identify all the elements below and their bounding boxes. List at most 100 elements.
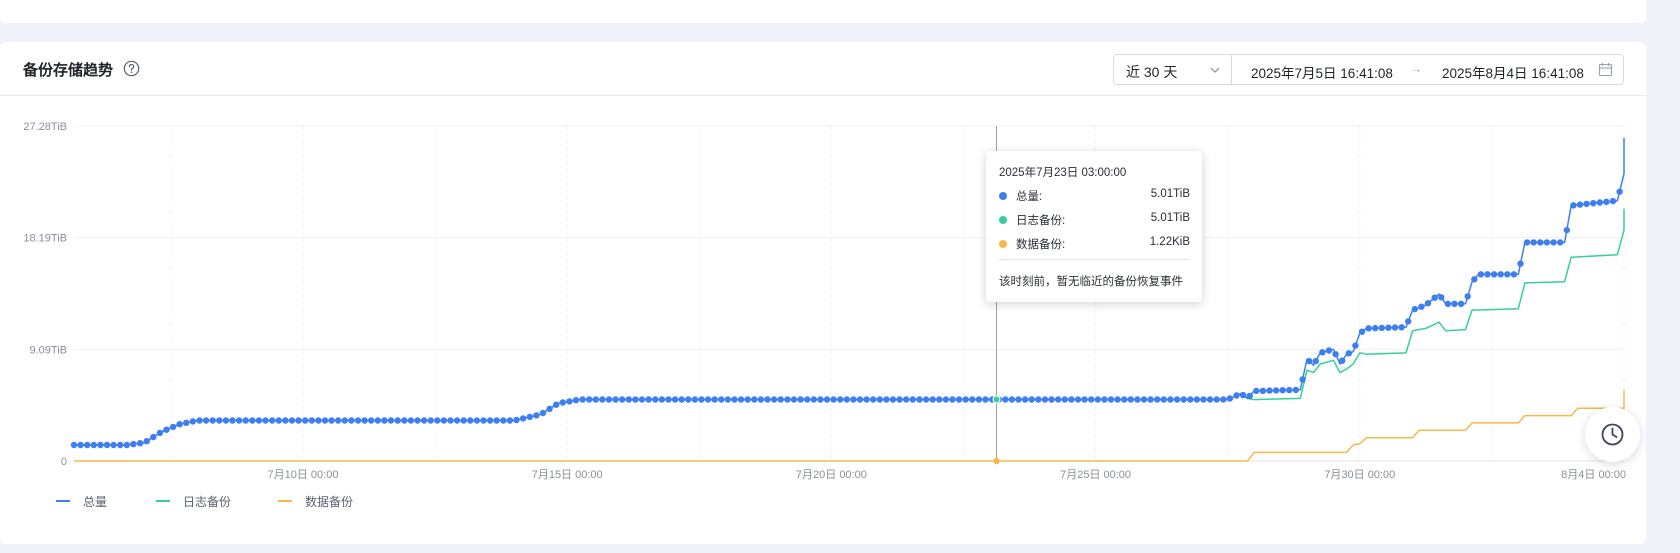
series-point-total bbox=[183, 419, 190, 426]
series-point-total bbox=[1563, 226, 1571, 234]
series-point-total bbox=[1008, 396, 1016, 403]
series-point-total bbox=[440, 417, 448, 424]
series-point-total bbox=[308, 417, 315, 424]
tooltip-value-data: 1.22KiB bbox=[1149, 236, 1190, 248]
series-point-total bbox=[156, 429, 164, 437]
series-point-total bbox=[1286, 386, 1293, 394]
legend-swatch-data bbox=[278, 500, 292, 502]
y-tick-label: 27.28TiB bbox=[23, 121, 67, 133]
series-point-total bbox=[288, 417, 296, 424]
legend-swatch-log bbox=[156, 500, 170, 502]
series-point-total bbox=[638, 396, 646, 403]
series-point-total bbox=[711, 396, 718, 403]
series-point-total bbox=[335, 417, 342, 424]
series-point-total bbox=[354, 417, 362, 424]
series-point-total bbox=[619, 396, 626, 403]
series-point-total bbox=[97, 441, 104, 449]
series-point-total bbox=[348, 417, 355, 424]
series-point-total bbox=[896, 396, 903, 403]
series-point-total bbox=[1015, 396, 1022, 403]
series-point-total bbox=[447, 417, 454, 424]
series-point-total bbox=[823, 396, 831, 403]
series-point-total bbox=[790, 396, 798, 403]
series-point-total bbox=[1378, 324, 1386, 332]
storage-trend-chart[interactable]: 0 9.09TiB 18.19TiB 27.28TiB 7月10日 00:00 7月15日… bbox=[0, 0, 1646, 553]
x-tick-label: 7月15日 00:00 bbox=[532, 469, 603, 481]
series-point-total bbox=[1510, 271, 1518, 278]
series-point-total bbox=[1213, 396, 1220, 403]
series-point-total bbox=[1206, 396, 1214, 403]
series-point-total bbox=[473, 417, 481, 424]
series-point-total bbox=[209, 417, 216, 424]
x-tick-label: 7月10日 00:00 bbox=[268, 469, 339, 481]
series-point-total bbox=[1391, 324, 1399, 331]
series-point-total bbox=[1550, 239, 1557, 246]
series-point-total bbox=[1484, 271, 1491, 278]
series-point-total bbox=[169, 423, 177, 431]
series-point-total bbox=[70, 441, 78, 449]
series-point-total bbox=[718, 396, 725, 403]
y-tick-label: 18.19TiB bbox=[23, 233, 67, 245]
series-point-total bbox=[1596, 199, 1604, 206]
series-point-total bbox=[810, 396, 817, 403]
series-point-total bbox=[202, 417, 210, 424]
series-point-total bbox=[1107, 396, 1115, 403]
series-point-total bbox=[942, 396, 950, 403]
series-point-total bbox=[605, 396, 613, 403]
series-point-total bbox=[1438, 294, 1445, 301]
series-point-total bbox=[1266, 387, 1273, 394]
tooltip-note: 该时刻前，暂无临近的备份恢复事件 bbox=[999, 276, 1183, 288]
x-tick-label: 7月25日 00:00 bbox=[1060, 469, 1131, 481]
history-fab-button[interactable] bbox=[1585, 407, 1640, 462]
x-tick-label: 7月30日 00:00 bbox=[1324, 469, 1395, 481]
tooltip-row-log: 日志备份: 5.01TiB bbox=[999, 212, 1190, 228]
series-point-total bbox=[150, 433, 157, 441]
series-point-total bbox=[1292, 386, 1300, 394]
tooltip-name-log: 日志备份: bbox=[1016, 215, 1066, 227]
series-point-total bbox=[612, 396, 619, 403]
series-point-total bbox=[1332, 351, 1339, 358]
series-point-total bbox=[856, 396, 864, 403]
series-point-total bbox=[1094, 396, 1102, 403]
series-point-total bbox=[572, 397, 580, 404]
legend-label-total: 总量 bbox=[83, 495, 108, 509]
series-point-total bbox=[645, 396, 652, 403]
series-point-total bbox=[850, 396, 857, 403]
series-point-total bbox=[1220, 396, 1227, 403]
series-point-total bbox=[1431, 294, 1438, 301]
series-point-total bbox=[1576, 201, 1584, 208]
series-point-total bbox=[1154, 396, 1161, 403]
series-point-total bbox=[216, 417, 223, 424]
legend-swatch-total bbox=[56, 500, 70, 502]
series-point-total bbox=[1609, 197, 1617, 205]
series-point-total bbox=[130, 440, 137, 448]
series-point-total bbox=[1233, 392, 1240, 399]
series-point-total bbox=[506, 417, 514, 424]
series-point-total bbox=[652, 396, 659, 403]
series-point-total bbox=[123, 441, 130, 449]
series-point-total bbox=[255, 417, 263, 424]
series-point-total bbox=[744, 396, 751, 403]
series-point-total bbox=[777, 396, 784, 403]
series-point-total bbox=[1193, 396, 1201, 403]
series-point-total bbox=[136, 440, 144, 447]
series-point-total bbox=[275, 417, 282, 424]
series-point-total bbox=[546, 405, 553, 412]
series-point-total bbox=[176, 421, 183, 428]
series-point-total bbox=[1537, 239, 1544, 246]
series-point-total bbox=[539, 409, 547, 417]
series-point-total bbox=[1319, 349, 1326, 356]
series-point-total bbox=[163, 426, 170, 433]
series-point-total bbox=[757, 396, 765, 403]
series-point-total bbox=[1477, 271, 1485, 278]
series-point-total bbox=[955, 396, 963, 403]
series-point-total bbox=[321, 417, 329, 424]
series-point-total bbox=[394, 417, 401, 424]
x-tick-label: 8月4日 00:00 bbox=[1561, 469, 1626, 481]
series-point-total bbox=[1041, 396, 1049, 403]
series-point-total bbox=[625, 396, 632, 403]
series-point-total bbox=[1061, 396, 1069, 403]
series-point-total bbox=[916, 396, 923, 403]
series-point-total bbox=[784, 396, 791, 403]
series-point-total bbox=[533, 412, 540, 419]
